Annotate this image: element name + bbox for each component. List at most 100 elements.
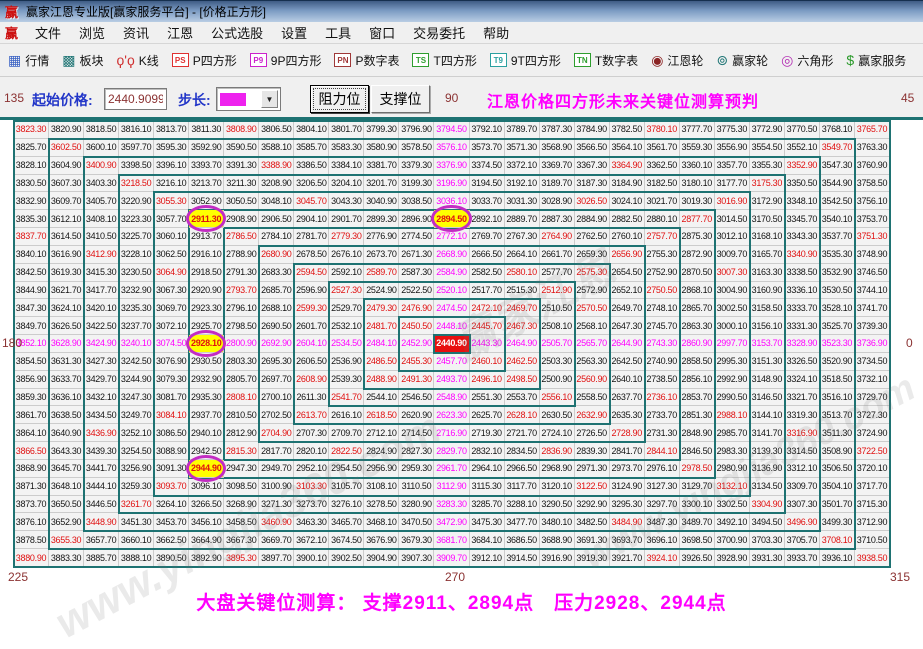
price-cell: 2788.90 — [224, 246, 259, 264]
price-cell: 3393.70 — [189, 157, 224, 175]
price-cell: 3328.90 — [785, 335, 820, 353]
menu-item-设置[interactable]: 设置 — [272, 21, 316, 44]
toolbar-item-P数字表[interactable]: PNP数字表 — [334, 52, 399, 69]
price-cell: 3876.10 — [14, 513, 49, 531]
price-cell: 3760.90 — [855, 157, 890, 175]
menu-item-江恩[interactable]: 江恩 — [158, 21, 202, 44]
price-cell: 2570.50 — [575, 299, 610, 317]
price-cell: 3516.10 — [820, 389, 855, 407]
toolbar-item-赢家轮[interactable]: ⊚赢家轮 — [716, 52, 768, 69]
chevron-down-icon[interactable]: ▼ — [261, 90, 278, 108]
price-cell: 3724.90 — [855, 424, 890, 442]
price-cell: 2817.70 — [259, 442, 294, 460]
menu-item-帮助[interactable]: 帮助 — [474, 21, 518, 44]
price-cell: 2760.10 — [610, 228, 645, 246]
price-cell: 3196.90 — [434, 175, 469, 193]
menu-item-公式选股[interactable]: 公式选股 — [202, 21, 272, 44]
toolbar-item-江恩轮[interactable]: ◉江恩轮 — [651, 52, 703, 69]
price-cell: 3264.10 — [154, 496, 189, 514]
price-cell: 2796.10 — [224, 299, 259, 317]
menu-item-工具[interactable]: 工具 — [316, 21, 360, 44]
price-cell: 3609.70 — [49, 192, 84, 210]
price-cell: 2988.10 — [715, 406, 750, 424]
price-cell: 3074.50 — [154, 335, 189, 353]
resistance-button[interactable]: 阻力位 — [310, 85, 369, 113]
price-cell: 2632.90 — [575, 406, 610, 424]
price-cell: 3100.90 — [259, 478, 294, 496]
toolbar-item-T数字表[interactable]: TNT数字表 — [574, 52, 638, 69]
price-cell: 3153.70 — [750, 335, 785, 353]
price-cell: 3729.70 — [855, 389, 890, 407]
price-cell: 3091.30 — [154, 460, 189, 478]
toolbar-item-label: 9P四方形 — [271, 52, 322, 69]
price-cell: 3199.30 — [399, 175, 434, 193]
price-cell: 3096.10 — [189, 478, 224, 496]
toolbar-item-9T四方形[interactable]: T99T四方形 — [490, 52, 561, 69]
price-cell: 3345.70 — [785, 210, 820, 228]
toolbar-item-六角形[interactable]: ◎六角形 — [781, 52, 833, 69]
price-cell: 3717.70 — [855, 478, 890, 496]
price-cell: 2748.10 — [645, 299, 680, 317]
price-cell: 3136.90 — [750, 460, 785, 478]
price-cell: 3799.30 — [364, 121, 399, 139]
support-button[interactable]: 支撑位 — [371, 85, 430, 113]
toolbar: ▦行情 ▩板块 ϙʹϙK线 PSP四方形 P99P四方形 PNP数字表 TST四方形 T99T… — [0, 44, 923, 77]
price-cell: 2767.30 — [505, 228, 540, 246]
toolbar-item-赢家服务[interactable]: $赢家服务 — [846, 52, 906, 69]
price-cell: 2642.50 — [610, 353, 645, 371]
toolbar-item-行情[interactable]: ▦行情 — [8, 52, 49, 69]
price-cell: 3600.10 — [84, 139, 119, 157]
price-cell: 2784.10 — [259, 228, 294, 246]
menu-item-资讯[interactable]: 资讯 — [114, 21, 158, 44]
price-cell: 3597.70 — [119, 139, 154, 157]
menu-item-交易委托[interactable]: 交易委托 — [404, 21, 474, 44]
price-cell: 3657.70 — [84, 531, 119, 549]
price-cell: 2635.30 — [610, 406, 645, 424]
price-cell: 2733.70 — [645, 406, 680, 424]
toolbar-item-9P四方形[interactable]: P99P四方形 — [250, 52, 322, 69]
price-cell: 2527.30 — [329, 282, 364, 300]
price-cell: 3456.10 — [189, 513, 224, 531]
price-cell: 3936.10 — [820, 549, 855, 567]
price-cell: 2649.70 — [610, 299, 645, 317]
menu-item-浏览[interactable]: 浏览 — [70, 21, 114, 44]
price-cell: 2584.90 — [434, 264, 469, 282]
step-color-dropdown[interactable]: ▼ — [216, 87, 281, 111]
price-cell: 2896.90 — [399, 210, 434, 228]
toolbar-item-T四方形[interactable]: TST四方形 — [412, 52, 476, 69]
price-cell: 3230.50 — [119, 264, 154, 282]
price-cell: 3556.90 — [715, 139, 750, 157]
price-cell: 3856.90 — [14, 371, 49, 389]
price-cell: 3280.90 — [399, 496, 434, 514]
price-cell: 3669.70 — [259, 531, 294, 549]
price-cell: 3098.50 — [224, 478, 259, 496]
market-quotes-icon: ▦ — [8, 53, 21, 67]
price-cell: 3040.90 — [364, 192, 399, 210]
start-price-input[interactable] — [104, 88, 167, 110]
menu-bar: 赢 文件浏览资讯江恩公式选股设置工具窗口交易委托帮助 — [0, 22, 923, 44]
price-cell: 3564.10 — [610, 139, 645, 157]
price-cell: 2700.10 — [259, 389, 294, 407]
price-cell: 2486.50 — [364, 353, 399, 371]
price-cell: 2503.30 — [540, 353, 575, 371]
menu-item-窗口[interactable]: 窗口 — [360, 21, 404, 44]
price-cell: 3237.70 — [119, 317, 154, 335]
price-cell: 3367.30 — [575, 157, 610, 175]
price-cell: 2604.10 — [294, 335, 329, 353]
toolbar-item-P四方形[interactable]: PSP四方形 — [172, 52, 237, 69]
price-cell: 3568.90 — [540, 139, 575, 157]
price-cell: 2704.90 — [259, 424, 294, 442]
price-cell: 3103.30 — [294, 478, 329, 496]
price-cell: 3912.10 — [470, 549, 505, 567]
toolbar-item-K线[interactable]: ϙʹϙK线 — [117, 52, 159, 69]
toolbar-item-label: 六角形 — [797, 52, 833, 69]
price-cell: 3242.50 — [119, 353, 154, 371]
price-cell: 3928.90 — [715, 549, 750, 567]
price-cell: 3156.10 — [750, 317, 785, 335]
menu-item-文件[interactable]: 文件 — [26, 21, 70, 44]
price-cell: 3463.30 — [294, 513, 329, 531]
price-cell: 3446.50 — [84, 496, 119, 514]
price-cell: 2791.30 — [224, 264, 259, 282]
toolbar-item-板块[interactable]: ▩板块 — [62, 52, 103, 69]
price-cell: 3540.10 — [820, 210, 855, 228]
